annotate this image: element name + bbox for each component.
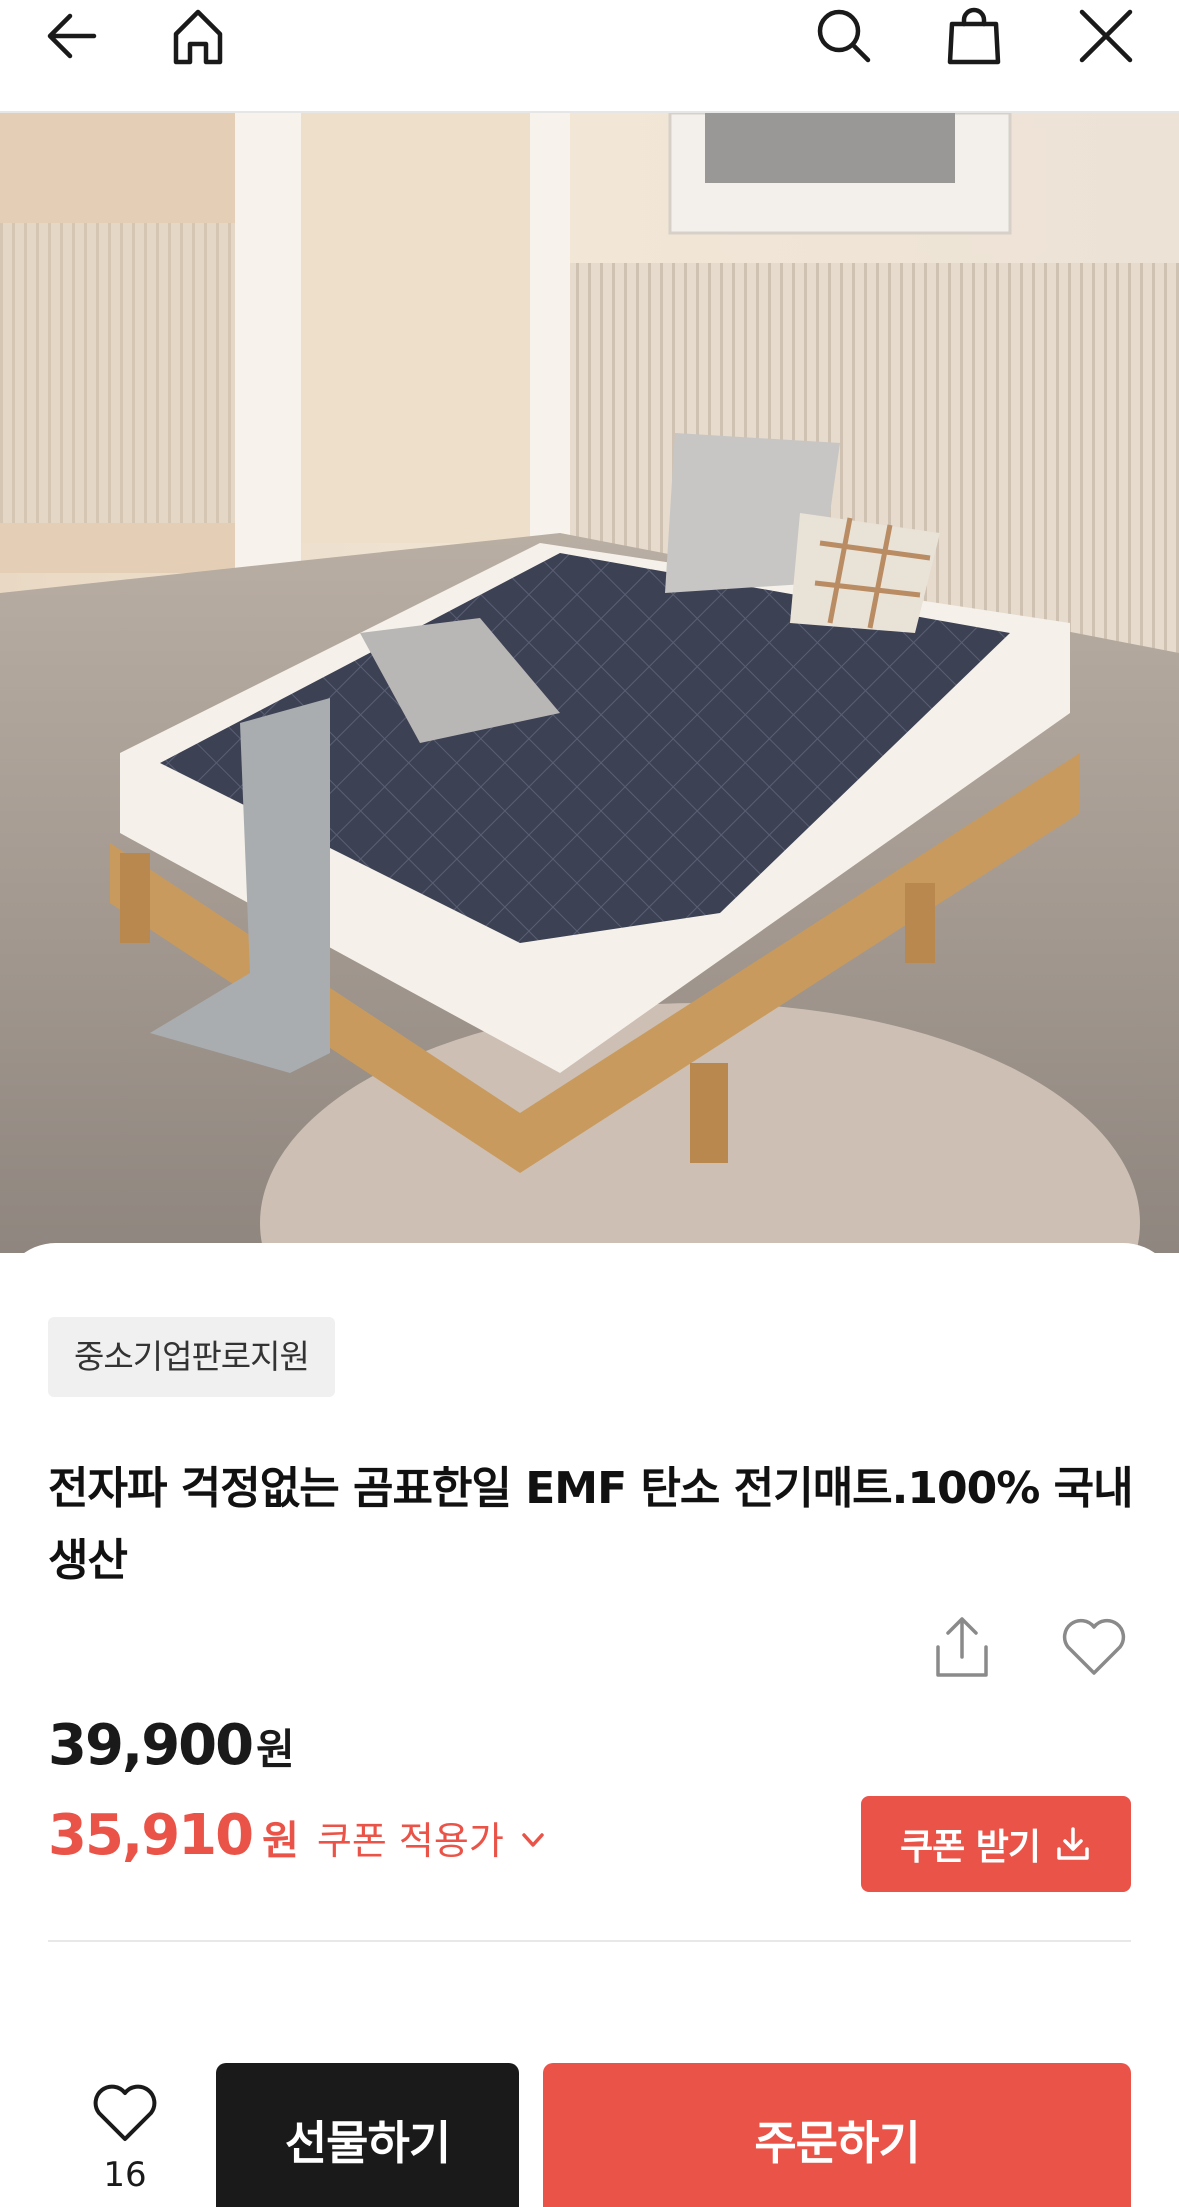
order-button[interactable]: 주문하기 <box>543 2063 1131 2207</box>
chevron-down-icon[interactable] <box>518 1825 548 1855</box>
share-icon[interactable] <box>930 1613 994 1681</box>
divider <box>48 1940 1131 1942</box>
product-badge: 중소기업판로지원 <box>48 1317 335 1397</box>
heart-icon[interactable] <box>1060 1615 1128 1679</box>
product-photo <box>0 113 1179 1253</box>
close-icon[interactable] <box>1070 0 1142 72</box>
original-price-currency: 원 <box>256 1725 295 1774</box>
top-navigation-bar <box>0 0 1179 113</box>
coupon-button-label: 쿠폰 받기 <box>899 1827 1041 1868</box>
shopping-bag-icon[interactable] <box>938 0 1010 72</box>
gift-button[interactable]: 선물하기 <box>216 2063 519 2207</box>
product-image-gallery[interactable] <box>0 113 1179 1253</box>
home-icon[interactable] <box>162 0 234 72</box>
sale-price-value: 35,910 <box>48 1803 254 1868</box>
original-price: 39,900원 <box>48 1713 295 1778</box>
wishlist-count: 16 <box>103 2155 147 2195</box>
sale-price-label: 쿠폰 적용가 <box>316 1819 504 1863</box>
download-icon <box>1057 1827 1089 1860</box>
product-title: 전자파 걱정없는 곰표한일 EMF 탄소 전기매트.100% 국내 생산 <box>48 1463 1134 1586</box>
heart-outline-icon <box>93 2084 157 2141</box>
original-price-value: 39,900 <box>48 1713 254 1778</box>
product-info-sheet: 중소기업판로지원 전자파 걱정없는 곰표한일 EMF 탄소 전기매트.100% … <box>0 1243 1179 2207</box>
coupon-download-button[interactable]: 쿠폰 받기 <box>861 1796 1131 1892</box>
sale-price-currency: 원 <box>262 1818 299 1864</box>
back-arrow-icon[interactable] <box>36 0 108 72</box>
search-icon[interactable] <box>808 0 880 72</box>
coupon-price[interactable]: 35,910 원 쿠폰 적용가 <box>48 1803 548 1868</box>
wishlist-button[interactable]: 16 <box>80 2083 170 2195</box>
